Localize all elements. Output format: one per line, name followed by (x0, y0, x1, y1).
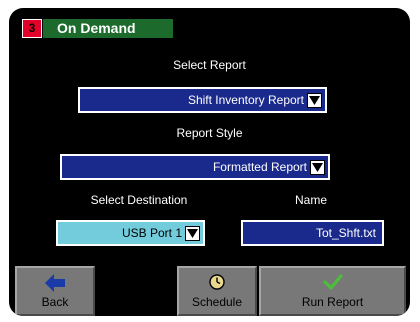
name-label: Name (294, 193, 327, 207)
chevron-down-icon[interactable] (310, 159, 325, 175)
destination-value: USB Port 1 (121, 226, 182, 240)
report-style-dropdown[interactable]: Formatted Report (60, 154, 330, 180)
file-name-field[interactable]: Tot_Shft.txt (241, 220, 384, 246)
select-destination-label: Select Destination (90, 193, 188, 207)
select-report-value: Shift Inventory Report (187, 93, 304, 107)
chevron-down-icon[interactable] (185, 225, 200, 241)
checkmark-icon (261, 274, 404, 292)
screen-number-badge: 3 (22, 19, 42, 38)
run-report-button[interactable]: Run Report (259, 266, 406, 316)
on-demand-screen: 3 On Demand Select Report Shift Inventor… (9, 8, 410, 316)
run-report-label: Run Report (301, 295, 364, 309)
schedule-label: Schedule (191, 295, 243, 309)
select-report-label: Select Report (173, 58, 246, 72)
report-style-label: Report Style (176, 126, 243, 140)
schedule-button[interactable]: Schedule (177, 266, 257, 316)
back-label: Back (41, 295, 69, 309)
back-button[interactable]: Back (15, 266, 95, 316)
chevron-down-icon[interactable] (307, 92, 322, 108)
select-report-dropdown[interactable]: Shift Inventory Report (78, 87, 327, 113)
page-title: On Demand (43, 19, 173, 38)
report-style-value: Formatted Report (212, 160, 307, 174)
clock-icon (179, 274, 255, 292)
left-arrow-icon (17, 274, 93, 292)
destination-dropdown[interactable]: USB Port 1 (56, 220, 205, 246)
